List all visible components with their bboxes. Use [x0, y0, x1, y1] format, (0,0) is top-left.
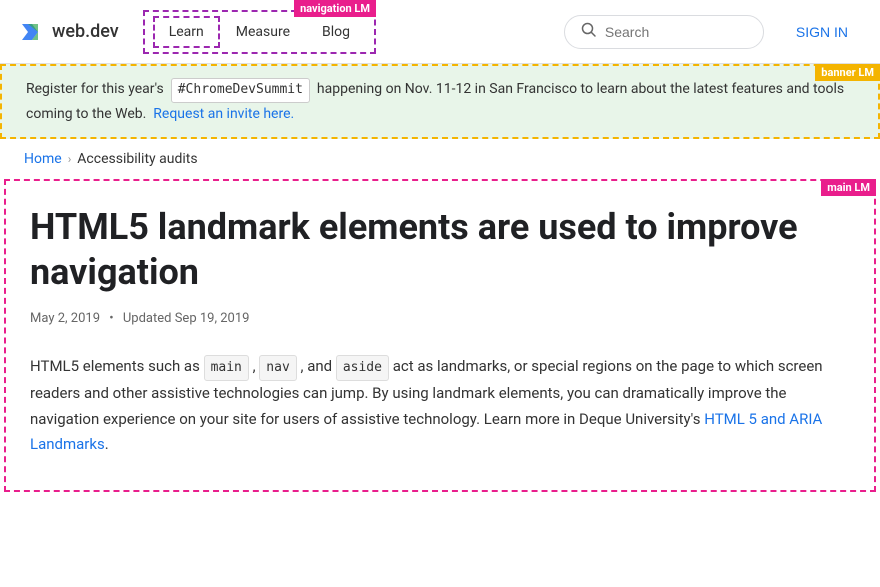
- nav-learn[interactable]: Learn: [153, 16, 220, 48]
- banner-text: Register for this year's #ChromeDevSummi…: [26, 78, 854, 125]
- main-content: main LM HTML5 landmark elements are used…: [4, 179, 876, 492]
- logo-icon: [16, 18, 44, 46]
- nav-landmark-label: navigation LM: [294, 0, 376, 17]
- banner-landmark-label: banner LM: [815, 64, 880, 81]
- body-and: , and: [301, 357, 333, 375]
- search-icon: [581, 22, 597, 42]
- announcement-banner: banner LM Register for this year's #Chro…: [0, 64, 880, 139]
- nav-blog[interactable]: Blog: [306, 16, 366, 48]
- breadcrumb: Home › Accessibility audits: [0, 139, 880, 179]
- code-nav: nav: [259, 355, 296, 381]
- body-intro: HTML5 elements such as: [30, 357, 200, 375]
- date-separator: •: [109, 311, 113, 326]
- banner-text-before: Register for this year's: [26, 81, 164, 97]
- logo-text: web.dev: [52, 21, 119, 42]
- code-main: main: [204, 355, 249, 381]
- article-title: HTML5 landmark elements are used to impr…: [30, 205, 850, 295]
- breadcrumb-home[interactable]: Home: [24, 151, 62, 167]
- article-date: May 2, 2019 • Updated Sep 19, 2019: [30, 311, 850, 326]
- body-end: .: [105, 435, 109, 453]
- main-nav: navigation LM Learn Measure Blog: [143, 10, 376, 54]
- updated-date: Updated Sep 19, 2019: [123, 311, 250, 326]
- body-comma1: ,: [253, 357, 256, 375]
- publish-date: May 2, 2019: [30, 311, 100, 326]
- site-header: web.dev navigation LM Learn Measure Blog…: [0, 0, 880, 64]
- main-landmark-label: main LM: [821, 179, 876, 196]
- breadcrumb-current: Accessibility audits: [77, 151, 197, 167]
- logo-area[interactable]: web.dev: [16, 18, 119, 46]
- banner-invite-link[interactable]: Request an invite here.: [153, 106, 294, 122]
- article-body: HTML5 elements such as main , nav , and …: [30, 354, 850, 458]
- breadcrumb-separator: ›: [68, 152, 72, 166]
- banner-hashtag: #ChromeDevSummit: [171, 78, 310, 103]
- signin-button[interactable]: SIGN IN: [780, 16, 864, 48]
- code-aside: aside: [336, 355, 389, 381]
- search-input[interactable]: [605, 24, 745, 40]
- nav-measure[interactable]: Measure: [220, 16, 306, 48]
- search-box[interactable]: [564, 15, 764, 49]
